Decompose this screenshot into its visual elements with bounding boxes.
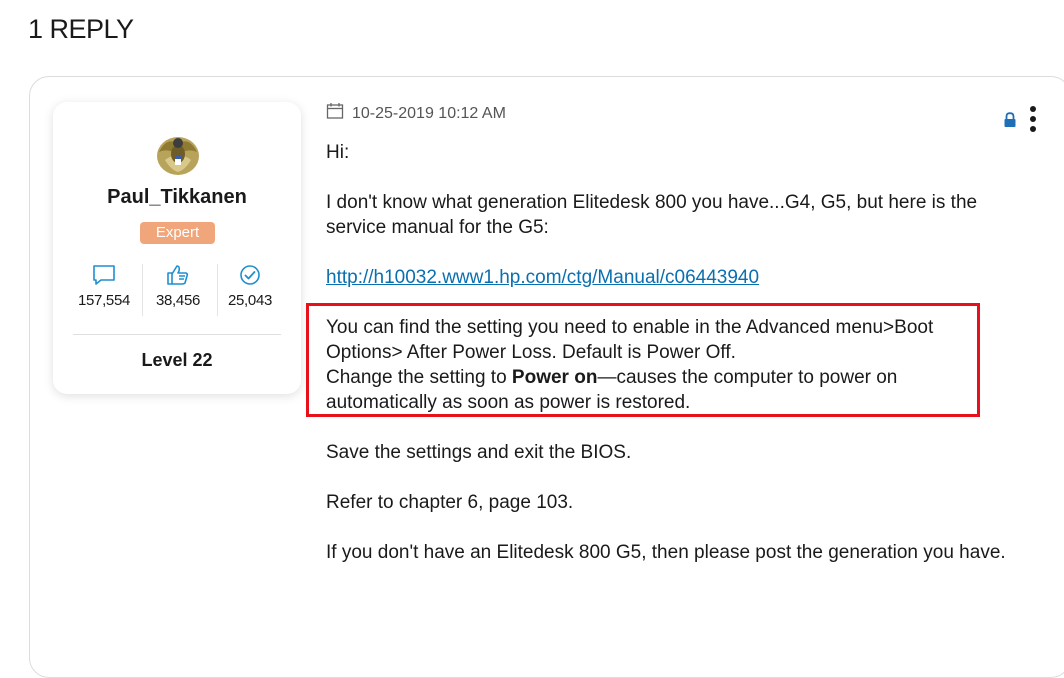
thumbs-up-icon [139, 262, 217, 288]
post-paragraph: If you don't have an Elitedesk 800 G5, t… [326, 542, 1006, 563]
post-greeting: Hi: [326, 142, 350, 163]
power-on-setting: Power on [511, 367, 598, 388]
post-body-continued: Save the settings and exit the BIOS. Ref… [326, 440, 1006, 590]
kudos-count: 38,456 [155, 292, 201, 309]
speech-bubble-icon [65, 262, 143, 288]
calendar-icon [326, 102, 344, 125]
post-timestamp: 10-25-2019 10:12 AM [352, 104, 506, 122]
lock-icon [1003, 112, 1017, 133]
post-paragraph: Refer to chapter 6, page 103. [326, 492, 574, 513]
highlight-line-2-prefix: Change the setting to [326, 367, 512, 388]
author-avatar[interactable] [153, 130, 203, 176]
checkmark-circle-icon [211, 262, 289, 288]
highlight-line-1: You can find the setting you need to ena… [326, 317, 934, 363]
reply-count-heading: 1 REPLY [28, 14, 134, 44]
author-card-divider [73, 334, 281, 335]
rank-badge: Expert [140, 222, 215, 244]
post-paragraph: Save the settings and exit the BIOS. [326, 442, 632, 463]
highlighted-instructions: You can find the setting you need to ena… [326, 315, 986, 415]
posts-count: 157,554 [77, 292, 131, 309]
author-level: Level 22 [141, 350, 213, 370]
post-paragraph: I don't know what generation Elitedesk 8… [326, 192, 978, 238]
post-body: Hi: I don't know what generation Elitede… [326, 140, 1006, 315]
stat-posts[interactable]: 157,554 [65, 262, 143, 309]
author-card: Paul_Tikkanen Expert 157,554 38,456 25,0… [53, 102, 301, 394]
highlight-line-2: Change the setting to Power on—causes th… [326, 365, 986, 415]
author-name[interactable]: Paul_Tikkanen [53, 186, 301, 209]
service-manual-link[interactable]: http://h10032.www1.hp.com/ctg/Manual/c06… [326, 267, 759, 288]
post-timestamp-row: 10-25-2019 10:12 AM [326, 102, 506, 125]
stat-kudos[interactable]: 38,456 [139, 262, 217, 309]
eagle-emblem-icon [157, 137, 199, 175]
post-options-menu-icon[interactable] [1027, 106, 1039, 140]
solutions-count: 25,043 [227, 292, 273, 309]
stat-solutions[interactable]: 25,043 [211, 262, 289, 309]
